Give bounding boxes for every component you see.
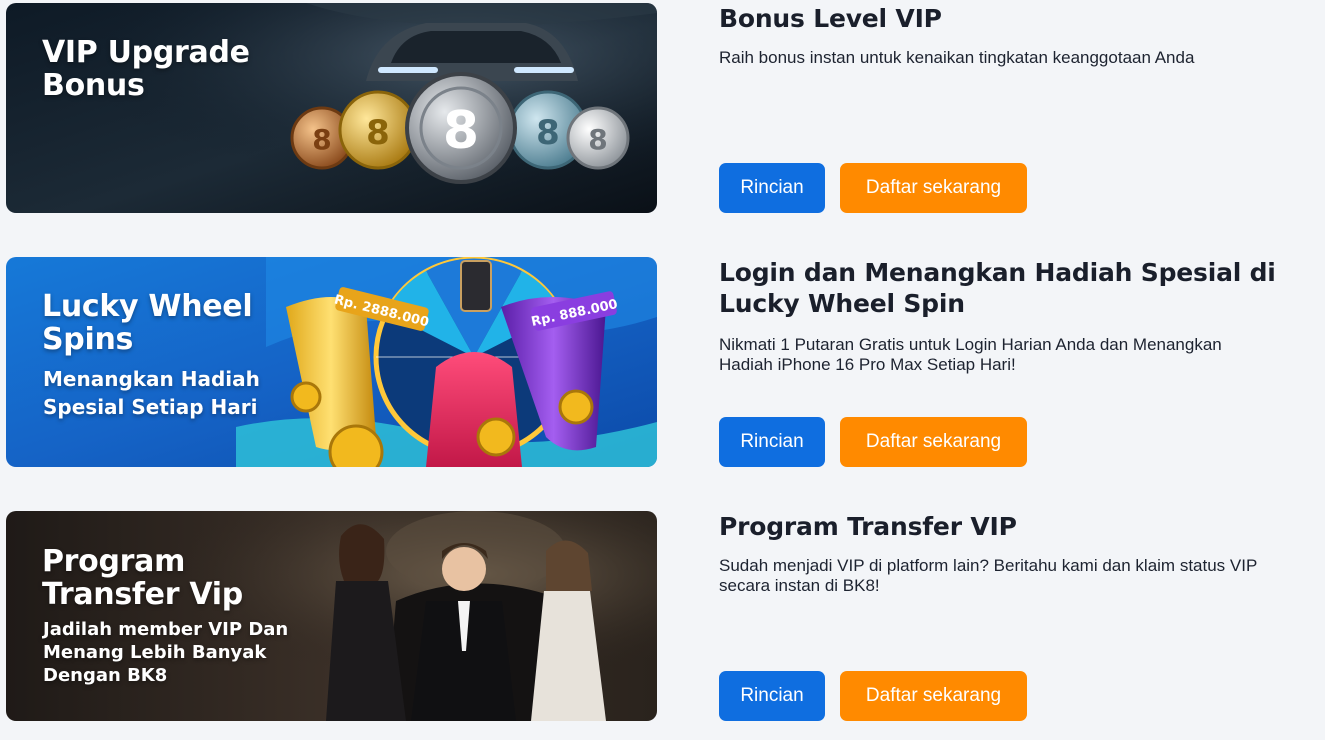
banner-subtitle: Menangkan Hadiah Spesial Setiap Hari — [43, 367, 260, 419]
promo-actions: Rincian Daftar sekarang — [719, 163, 1027, 213]
register-now-button[interactable]: Daftar sekarang — [840, 163, 1027, 213]
banner-title: VIP Upgrade Bonus — [42, 35, 250, 103]
promo-info: Program Transfer VIP Sudah menjadi VIP d… — [719, 511, 1299, 721]
promo-description: Nikmati 1 Putaran Gratis untuk Login Har… — [719, 335, 1222, 374]
details-button[interactable]: Rincian — [719, 417, 825, 467]
promo-info: Bonus Level VIP Raih bonus instan untuk … — [719, 3, 1299, 213]
svg-text:8: 8 — [588, 123, 607, 156]
svg-text:8: 8 — [312, 123, 331, 156]
register-now-button[interactable]: Daftar sekarang — [840, 671, 1027, 721]
svg-text:8: 8 — [443, 101, 479, 161]
promo-title: Program Transfer VIP — [719, 512, 1017, 541]
promo-actions: Rincian Daftar sekarang — [719, 417, 1027, 467]
details-button[interactable]: Rincian — [719, 163, 825, 213]
banner-title: Lucky Wheel Spins — [42, 289, 253, 357]
promo-banner-vip-upgrade[interactable]: 8 8 8 8 8 VIP Upgrade Bonus — [6, 3, 657, 213]
promo-info: Login dan Menangkan Hadiah Spesial di Lu… — [719, 257, 1299, 467]
details-button[interactable]: Rincian — [719, 671, 825, 721]
promo-card-vip-level-bonus: 8 8 8 8 8 VIP Upgrade Bonus Bonus Level … — [6, 3, 1306, 213]
promo-actions: Rincian Daftar sekarang — [719, 671, 1027, 721]
promo-banner-vip-transfer[interactable]: Program Transfer Vip Jadilah member VIP … — [6, 511, 657, 721]
promo-title: Bonus Level VIP — [719, 4, 942, 33]
banner-subtitle: Jadilah member VIP Dan Menang Lebih Bany… — [43, 619, 289, 686]
promo-card-vip-transfer: Program Transfer Vip Jadilah member VIP … — [6, 511, 1306, 721]
banner-artwork-vip-people — [6, 511, 657, 721]
promo-card-lucky-wheel: Rp. 2888.000 Rp. 888.000 Lucky Wheel Spi… — [6, 257, 1306, 467]
register-now-button[interactable]: Daftar sekarang — [840, 417, 1027, 467]
promo-description: Raih bonus instan untuk kenaikan tingkat… — [719, 48, 1195, 67]
svg-text:8: 8 — [366, 113, 390, 153]
banner-title: Program Transfer Vip — [42, 544, 243, 612]
svg-text:8: 8 — [536, 113, 560, 153]
promo-description: Sudah menjadi VIP di platform lain? Beri… — [719, 556, 1257, 595]
promo-title: Login dan Menangkan Hadiah Spesial di Lu… — [719, 258, 1276, 318]
promo-banner-lucky-wheel[interactable]: Rp. 2888.000 Rp. 888.000 Lucky Wheel Spi… — [6, 257, 657, 467]
